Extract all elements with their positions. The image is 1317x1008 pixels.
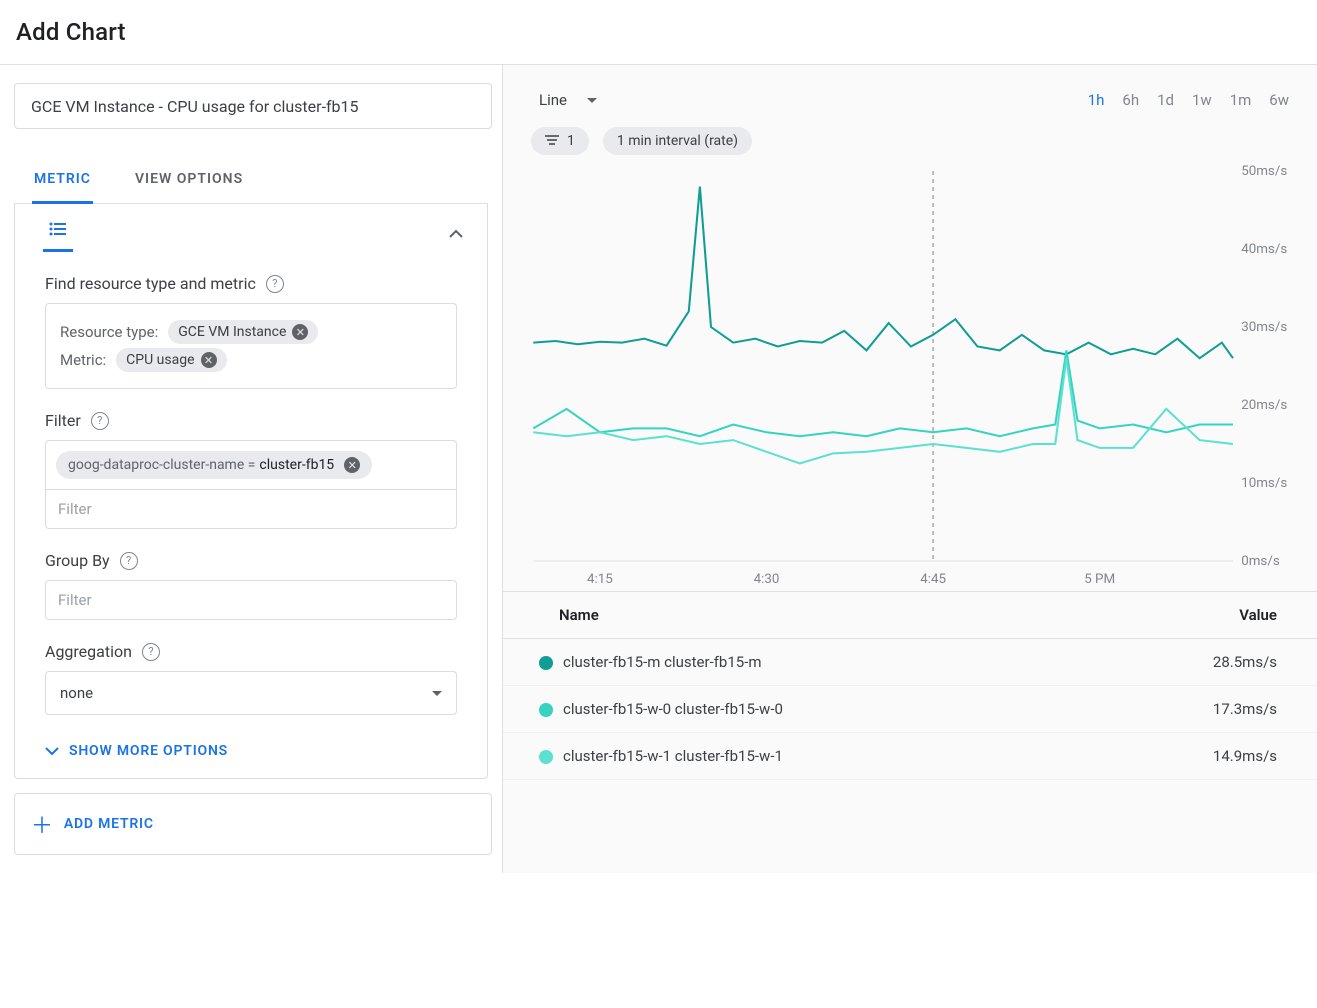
legend-header-name[interactable]: Name [503, 592, 1073, 639]
time-tab-6h[interactable]: 6h [1122, 91, 1139, 109]
legend-row[interactable]: cluster-fb15-w-1 cluster-fb15-w-1 14.9ms/… [503, 733, 1317, 780]
legend-name: cluster-fb15-w-0 cluster-fb15-w-0 [563, 700, 783, 718]
filter-count-pill[interactable]: 1 [531, 127, 589, 155]
chart-type-select[interactable]: Line [531, 85, 605, 115]
legend-color-dot [539, 703, 553, 717]
resource-type-label: Resource type: [60, 323, 158, 341]
legend-name: cluster-fb15-w-1 cluster-fb15-w-1 [563, 747, 783, 765]
caret-down-icon [587, 98, 597, 103]
svg-text:50ms/s: 50ms/s [1241, 164, 1287, 179]
svg-text:4:45: 4:45 [920, 572, 946, 587]
filter-input[interactable]: Filter [45, 490, 457, 529]
help-icon[interactable]: ? [266, 275, 284, 293]
close-icon[interactable]: ✕ [344, 457, 360, 473]
legend-row[interactable]: cluster-fb15-w-0 cluster-fb15-w-0 17.3ms/… [503, 686, 1317, 733]
add-metric-button[interactable]: ＋ ADD METRIC [14, 793, 492, 855]
interval-pill[interactable]: 1 min interval (rate) [603, 127, 752, 155]
svg-text:10ms/s: 10ms/s [1241, 476, 1287, 491]
chevron-down-icon [45, 741, 59, 760]
find-metric-label: Find resource type and metric ? [45, 274, 457, 293]
caret-down-icon [432, 691, 442, 696]
svg-text:20ms/s: 20ms/s [1241, 398, 1287, 413]
chart-panel: Line 1h 6h 1d 1w 1m 6w 1 1 min interval … [502, 65, 1317, 873]
page-title: Add Chart [0, 0, 1317, 64]
config-tabs: METRIC VIEW OPTIONS [14, 157, 488, 204]
resource-metric-box: Resource type: GCE VM Instance ✕ Metric:… [45, 303, 457, 389]
resource-type-chip[interactable]: GCE VM Instance ✕ [168, 320, 318, 344]
svg-text:30ms/s: 30ms/s [1241, 320, 1287, 335]
legend-header-value[interactable]: Value [1073, 592, 1317, 639]
svg-text:4:15: 4:15 [587, 572, 613, 587]
time-range-tabs: 1h 6h 1d 1w 1m 6w [1088, 91, 1289, 109]
legend-table: Name Value cluster-fb15-m cluster-fb15-m… [503, 591, 1317, 780]
time-tab-1w[interactable]: 1w [1192, 91, 1212, 109]
legend-value: 14.9ms/s [1073, 733, 1317, 780]
legend-value: 28.5ms/s [1073, 639, 1317, 686]
close-icon[interactable]: ✕ [292, 324, 308, 340]
legend-name: cluster-fb15-m cluster-fb15-m [563, 653, 762, 671]
chart-title-input[interactable]: GCE VM Instance - CPU usage for cluster-… [14, 83, 492, 129]
filter-label: Filter ? [45, 411, 457, 430]
metric-label: Metric: [60, 351, 106, 369]
tab-view-options[interactable]: VIEW OPTIONS [133, 157, 245, 203]
help-icon[interactable]: ? [91, 412, 109, 430]
legend-value: 17.3ms/s [1073, 686, 1317, 733]
tab-metric[interactable]: METRIC [32, 157, 93, 204]
filter-icon [545, 133, 559, 149]
filter-chip[interactable]: goog-dataproc-cluster-name = cluster-fb1… [56, 451, 372, 479]
chart[interactable]: 0ms/s 10ms/s 20ms/s 30ms/s 40ms/s 50ms/s 4:15 4… [523, 161, 1305, 591]
time-tab-6w[interactable]: 6w [1269, 91, 1289, 109]
svg-text:5 PM: 5 PM [1084, 572, 1115, 587]
groupby-label: Group By ? [45, 551, 457, 570]
groupby-input[interactable]: Filter [45, 580, 457, 620]
svg-text:4:30: 4:30 [754, 572, 780, 587]
plus-icon: ＋ [31, 808, 54, 840]
help-icon[interactable]: ? [142, 643, 160, 661]
metric-config-card: Find resource type and metric ? Resource… [14, 204, 488, 779]
aggregation-label: Aggregation ? [45, 642, 457, 661]
legend-color-dot [539, 750, 553, 764]
list-icon[interactable] [43, 212, 73, 252]
show-more-options-button[interactable]: SHOW MORE OPTIONS [45, 741, 457, 760]
legend-row[interactable]: cluster-fb15-m cluster-fb15-m 28.5ms/s [503, 639, 1317, 686]
aggregation-select[interactable]: none [45, 671, 457, 715]
help-icon[interactable]: ? [120, 552, 138, 570]
legend-color-dot [539, 656, 553, 670]
left-panel: GCE VM Instance - CPU usage for cluster-… [0, 65, 502, 873]
metric-chip[interactable]: CPU usage ✕ [116, 348, 226, 372]
close-icon[interactable]: ✕ [201, 352, 217, 368]
collapse-card-icon[interactable] [439, 216, 473, 249]
svg-text:40ms/s: 40ms/s [1241, 242, 1287, 257]
time-tab-1d[interactable]: 1d [1157, 91, 1174, 109]
time-tab-1m[interactable]: 1m [1230, 91, 1252, 109]
svg-text:0ms/s: 0ms/s [1241, 554, 1280, 569]
time-tab-1h[interactable]: 1h [1088, 91, 1105, 109]
filter-chip-row: goog-dataproc-cluster-name = cluster-fb1… [45, 440, 457, 490]
